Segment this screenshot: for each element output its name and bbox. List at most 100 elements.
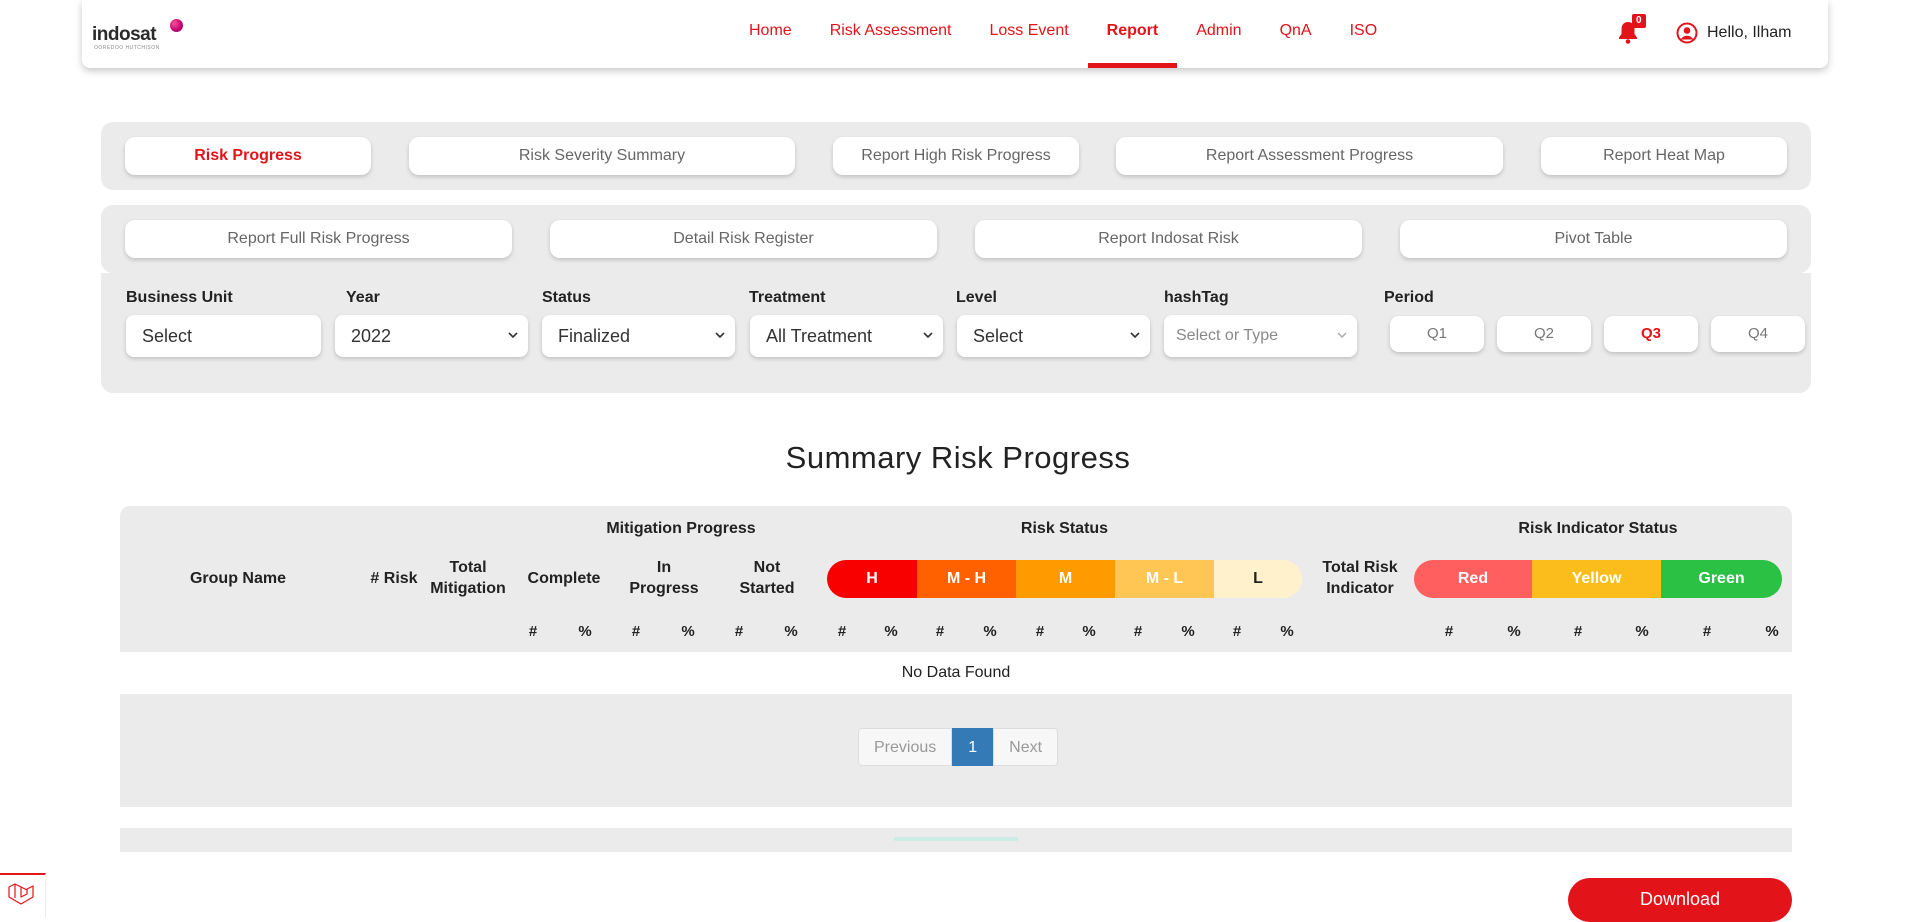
nav-home[interactable]: Home <box>730 0 811 68</box>
pagination-next[interactable]: Next <box>993 728 1059 766</box>
treatment-label: Treatment <box>749 289 826 306</box>
treatment-value: All Treatment <box>766 326 873 346</box>
nav-report[interactable]: Report <box>1087 0 1178 68</box>
subhead-h-count: # <box>837 623 847 640</box>
indicator-yellow: Yellow <box>1532 560 1661 598</box>
risk-status-legend: H M - H M M - L L <box>827 560 1302 598</box>
period-q4-button[interactable]: Q4 <box>1711 316 1805 352</box>
tab-report-high-risk-progress[interactable]: Report High Risk Progress <box>833 137 1079 175</box>
period-label: Period <box>1384 289 1434 306</box>
risk-level-m: M <box>1016 560 1115 598</box>
notification-bell-icon[interactable]: 0 <box>1617 14 1646 46</box>
hashtag-label: hashTag <box>1164 289 1229 306</box>
status-select[interactable]: Finalized <box>542 315 735 357</box>
col-in-progress: In Progress <box>629 559 699 597</box>
subhead-red-percent: % <box>1507 623 1521 640</box>
summary-table: Group Name # Risk Total Mitigation Mitig… <box>120 506 1792 807</box>
subhead-ml-count: # <box>1133 623 1143 640</box>
nav-risk-assessment[interactable]: Risk Assessment <box>811 0 971 68</box>
hashtag-placeholder: Select or Type <box>1176 327 1278 344</box>
indicator-green: Green <box>1661 560 1782 598</box>
scrollbar-thumb[interactable] <box>894 837 1018 841</box>
indosat-logo[interactable]: indosat OOREDOO HUTCHISON <box>92 18 183 52</box>
subhead-yellow-percent: % <box>1635 623 1649 640</box>
risk-level-ml: M - L <box>1115 560 1214 598</box>
report-tabs-row-2: Report Full Risk Progress Detail Risk Re… <box>101 205 1811 273</box>
risk-level-l: L <box>1214 560 1302 598</box>
col-total-risk-indicator: Total Risk Indicator <box>1322 559 1398 597</box>
level-select[interactable]: Select <box>957 315 1150 357</box>
subhead-notstarted-count: # <box>734 623 744 640</box>
filter-panel: Business Unit Select Year 2022 Status Fi… <box>101 273 1811 393</box>
tab-report-indosat-risk[interactable]: Report Indosat Risk <box>975 220 1362 258</box>
tab-report-assessment-progress[interactable]: Report Assessment Progress <box>1116 137 1503 175</box>
subhead-h-percent: % <box>884 623 898 640</box>
chevron-down-icon <box>923 332 933 339</box>
user-greeting: Hello, Ilham <box>1707 24 1792 41</box>
risk-level-h: H <box>827 560 917 598</box>
tab-pivot-table[interactable]: Pivot Table <box>1400 220 1787 258</box>
year-label: Year <box>346 289 380 306</box>
chevron-down-icon <box>1130 332 1140 339</box>
nav-qna[interactable]: QnA <box>1261 0 1331 68</box>
group-risk-indicator-status: Risk Indicator Status <box>1518 520 1678 537</box>
tab-risk-progress[interactable]: Risk Progress <box>125 137 371 175</box>
subhead-mh-percent: % <box>983 623 997 640</box>
year-value: 2022 <box>351 326 392 346</box>
nav-loss-event[interactable]: Loss Event <box>971 0 1088 68</box>
period-q1-button[interactable]: Q1 <box>1390 316 1484 352</box>
tab-detail-risk-register[interactable]: Detail Risk Register <box>550 220 937 258</box>
subhead-m-count: # <box>1035 623 1045 640</box>
tab-report-heat-map[interactable]: Report Heat Map <box>1541 137 1787 175</box>
nav-iso[interactable]: ISO <box>1331 0 1397 68</box>
horizontal-scrollbar <box>120 828 1792 852</box>
subhead-mh-count: # <box>935 623 945 640</box>
col-risk-count: # Risk <box>370 570 418 587</box>
level-value: Select <box>973 326 1024 346</box>
subhead-complete-count: # <box>528 623 538 640</box>
nav-admin[interactable]: Admin <box>1177 0 1260 68</box>
treatment-select[interactable]: All Treatment <box>750 315 943 357</box>
subhead-ml-percent: % <box>1181 623 1195 640</box>
subhead-green-percent: % <box>1765 623 1779 640</box>
chevron-down-icon <box>1337 332 1347 338</box>
page-title: Summary Risk Progress <box>785 440 1131 475</box>
tab-risk-severity-summary[interactable]: Risk Severity Summary <box>409 137 795 175</box>
user-avatar-icon <box>1676 22 1698 44</box>
business-unit-select[interactable]: Select <box>126 315 321 357</box>
subhead-m-percent: % <box>1082 623 1096 640</box>
subhead-inprogress-percent: % <box>681 623 695 640</box>
period-q2-button[interactable]: Q2 <box>1497 316 1591 352</box>
subhead-green-count: # <box>1702 623 1712 640</box>
brand-subtitle: OOREDOO HUTCHISON <box>94 45 160 51</box>
notification-count-badge: 0 <box>1632 14 1646 28</box>
debugbar-toggle[interactable] <box>0 873 46 918</box>
col-total-mitigation: Total Mitigation <box>430 559 506 597</box>
period-q3-button[interactable]: Q3 <box>1604 316 1698 352</box>
risk-indicator-legend: Red Yellow Green <box>1414 560 1782 598</box>
subhead-inprogress-count: # <box>631 623 641 640</box>
subhead-l-count: # <box>1232 623 1242 640</box>
business-unit-label: Business Unit <box>126 289 233 306</box>
level-label: Level <box>956 289 997 306</box>
pagination-previous[interactable]: Previous <box>858 728 953 766</box>
tab-report-full-risk-progress[interactable]: Report Full Risk Progress <box>125 220 512 258</box>
pagination-page-1[interactable]: 1 <box>952 728 994 766</box>
chevron-down-icon <box>508 332 518 339</box>
pagination: Previous 1 Next <box>858 728 1059 766</box>
risk-level-mh: M - H <box>917 560 1016 598</box>
status-label: Status <box>542 289 591 306</box>
indicator-red: Red <box>1414 560 1532 598</box>
year-select[interactable]: 2022 <box>335 315 528 357</box>
group-risk-status: Risk Status <box>1020 520 1109 537</box>
user-menu[interactable]: Hello, Ilham <box>1676 22 1791 44</box>
download-button[interactable]: Download <box>1568 878 1792 922</box>
col-complete: Complete <box>527 570 601 587</box>
chevron-down-icon <box>715 332 725 339</box>
brand-name: indosat <box>92 24 157 45</box>
hashtag-input[interactable]: Select or Type <box>1164 315 1357 357</box>
top-navbar: indosat OOREDOO HUTCHISON Home Risk Asse… <box>82 0 1828 68</box>
col-not-started: Not Started <box>739 559 795 597</box>
subhead-l-percent: % <box>1280 623 1294 640</box>
group-mitigation-progress: Mitigation Progress <box>606 520 756 537</box>
